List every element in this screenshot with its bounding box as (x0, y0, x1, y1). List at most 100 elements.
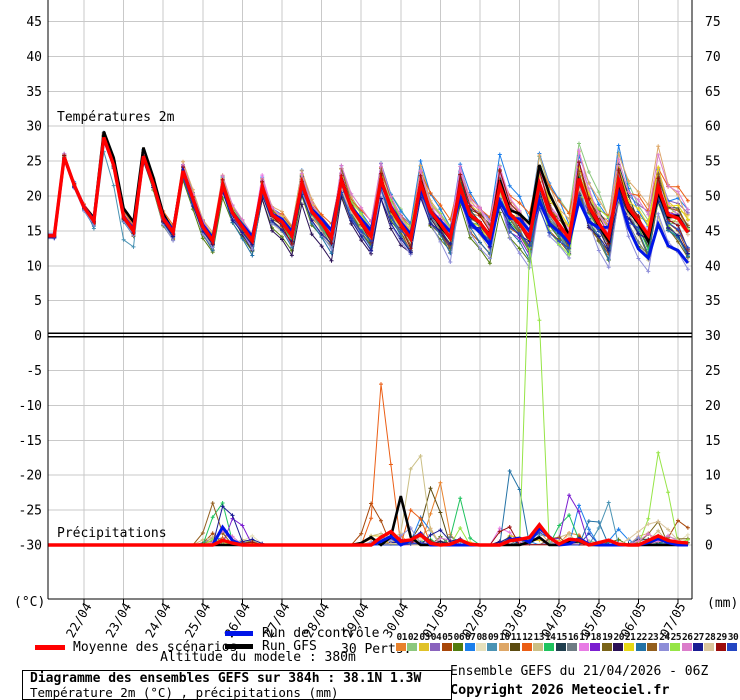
pert-swatch-24 (658, 643, 669, 651)
right-axis-tick-label: 65 (705, 85, 721, 100)
left-axis-tick-label: -25 (19, 504, 42, 519)
right-axis-unit: (mm) (707, 596, 738, 611)
pert-number: 04 (430, 632, 442, 643)
diagram-title: Diagramme des ensembles GEFS sur 384h : … (30, 671, 422, 686)
model-altitude-label: Altitude du modele : 380m (160, 650, 356, 665)
left-axis-tick-label: 20 (26, 190, 42, 205)
pert-number: 09 (487, 632, 499, 643)
pert-number: 02 (407, 632, 419, 643)
pert-number: 30 (727, 632, 739, 643)
right-axis-tick-label: 60 (705, 120, 721, 135)
pert-number: 28 (704, 632, 716, 643)
copyright-label: Copyright 2026 Meteociel.fr (450, 682, 670, 698)
pert-numbers-row: 01 02 03 04 05 06 07 08 09 10 11 12 13 14 15 16 17 18 19 20… (396, 632, 740, 643)
temperature-panel-label: Températures 2m (57, 110, 175, 125)
date-label: 22/04 (63, 600, 95, 640)
member-precip-markers (210, 496, 651, 545)
pert-number: 22 (636, 632, 647, 643)
date-label: 25/04 (182, 600, 214, 640)
left-axis-tick-label: -20 (19, 469, 42, 484)
pert-number: 14 (544, 632, 556, 643)
pert-swatch-30 (727, 643, 738, 651)
member-precip-markers (200, 501, 671, 542)
run-info-label: Ensemble GEFS du 21/04/2026 - 06Z (450, 664, 709, 679)
left-axis-unit: (°C) (14, 595, 45, 610)
left-axis-tick-label: 30 (26, 120, 42, 135)
pert-swatch-14 (544, 643, 555, 651)
precipitation-panel-label: Précipitations (57, 526, 167, 541)
left-axis-tick-label: -5 (26, 364, 42, 379)
right-axis-tick-label: 35 (705, 294, 721, 309)
right-axis-tick-label: 50 (705, 190, 721, 205)
gfs-legend-swatch (225, 644, 253, 649)
left-axis-tick-label: 35 (26, 85, 42, 100)
pert-swatch-09 (487, 643, 498, 651)
member-precip-line (48, 384, 689, 546)
series-group (48, 130, 690, 547)
pert-swatch-22 (635, 643, 646, 651)
pert-number: 26 (682, 632, 693, 643)
right-axis-tick-label: 40 (705, 259, 721, 274)
pert-number: 24 (659, 632, 670, 643)
pert-swatch-26 (681, 643, 692, 651)
pert-swatch-12 (521, 643, 532, 651)
left-axis-tick-label: 5 (34, 294, 42, 309)
diagram-info-box: Diagramme des ensembles GEFS sur 384h : … (22, 670, 452, 700)
right-axis-tick-label: 55 (705, 155, 721, 170)
right-axis-tick-label: 45 (705, 224, 721, 239)
right-axis-tick-label: 5 (705, 504, 713, 519)
pert-swatch-11 (510, 643, 521, 651)
right-axis-tick-label: 75 (705, 15, 721, 30)
pert-number: 12 (522, 632, 533, 643)
left-axis-tick-label: 10 (26, 259, 42, 274)
pert-number: 08 (476, 632, 487, 643)
left-axis-tick-label: 45 (26, 15, 42, 30)
right-axis-tick-label: 0 (705, 539, 713, 554)
pert-number: 16 (567, 632, 579, 643)
member-precip-markers (210, 245, 690, 546)
pert-number: 23 (647, 632, 659, 643)
left-axis-tick-label: 40 (26, 50, 42, 65)
pert-swatch-27 (692, 643, 703, 651)
pert-number: 19 (602, 632, 613, 643)
pert-number: 20 (613, 632, 625, 643)
right-axis-tick-label: 15 (705, 434, 721, 449)
ensemble-chart: 454035302520151050-5-10-15-20-25-3075706… (14, 0, 738, 640)
control-legend-swatch (225, 631, 253, 636)
pert-number: 11 (510, 632, 522, 643)
pert-number: 03 (419, 632, 430, 643)
pert-swatch-25 (670, 643, 681, 651)
pert-swatch-29 (715, 643, 726, 651)
pert-number: 29 (716, 632, 727, 643)
pert-number: 25 (670, 632, 682, 643)
pert-swatch-16 (567, 643, 578, 651)
diagram-subtitle: Température 2m (°C) , précipitations (mm… (30, 685, 339, 700)
pert-number: 27 (693, 632, 704, 643)
date-label: 24/04 (142, 600, 174, 640)
left-axis-tick-label: 25 (26, 155, 42, 170)
pert-number: 15 (556, 632, 567, 643)
pert-swatch-15 (555, 643, 566, 651)
pert-swatch-20 (613, 643, 624, 651)
left-axis-tick-label: -30 (19, 539, 42, 554)
member-precip-markers (220, 382, 680, 546)
pert-number: 06 (453, 632, 465, 643)
pert-number: 07 (465, 632, 476, 643)
left-axis-tick-label: 15 (26, 224, 42, 239)
pert-swatch-19 (601, 643, 612, 651)
right-axis-tick-label: 20 (705, 399, 721, 414)
left-axis-tick-label: -10 (19, 399, 42, 414)
pert-swatch-18 (590, 643, 601, 651)
pert-number: 05 (442, 632, 453, 643)
member-precip-line (48, 247, 689, 546)
pert-swatch-08 (475, 643, 486, 651)
right-axis-tick-label: 70 (705, 50, 721, 65)
left-axis-tick-label: 0 (34, 329, 42, 344)
pert-swatch-17 (578, 643, 589, 651)
pert-swatch-21 (624, 643, 635, 651)
date-label: 23/04 (102, 600, 134, 640)
pert-number: 18 (590, 632, 602, 643)
right-axis-tick-label: 25 (705, 364, 721, 379)
pert-number: 10 (499, 632, 510, 643)
left-axis-tick-label: -15 (19, 434, 42, 449)
